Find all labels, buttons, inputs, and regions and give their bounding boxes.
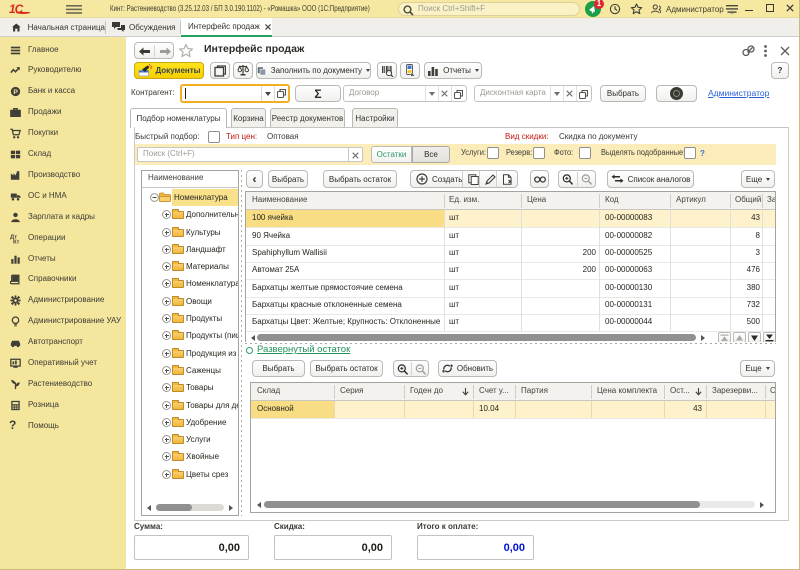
svg-text:Кт: Кт: [13, 240, 20, 244]
svg-text:P: P: [13, 89, 18, 96]
